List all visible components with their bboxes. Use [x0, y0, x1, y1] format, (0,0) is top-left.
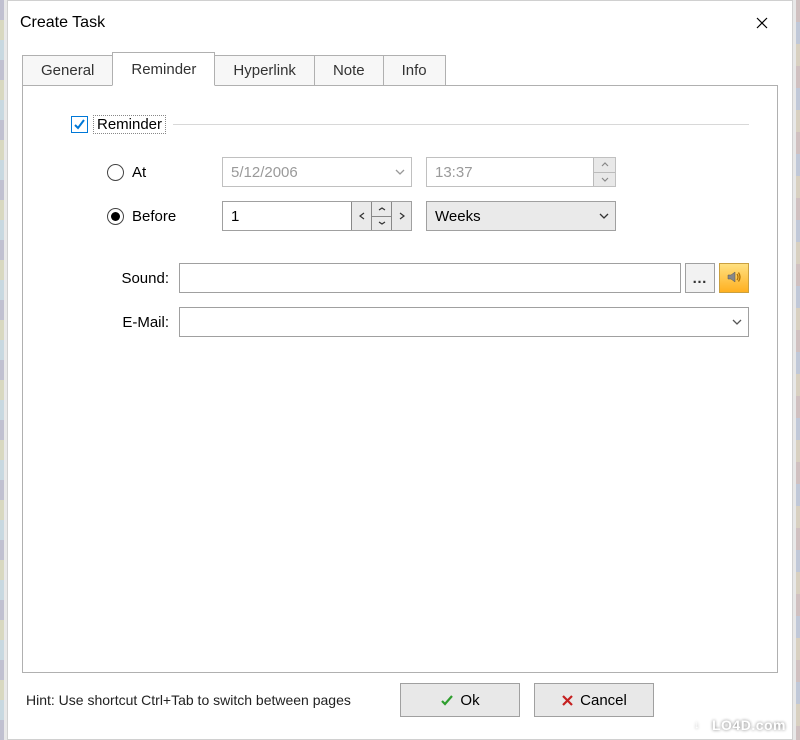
email-dropdown[interactable]: [179, 307, 749, 337]
radio-at[interactable]: [107, 164, 124, 181]
x-icon: [561, 694, 574, 707]
before-value-spinner[interactable]: 1: [222, 201, 412, 231]
close-icon: [756, 13, 768, 34]
reminder-checkbox-label: Reminder: [94, 116, 165, 133]
before-spin-up[interactable]: [371, 202, 391, 216]
tab-note[interactable]: Note: [314, 55, 384, 85]
cancel-button[interactable]: Cancel: [534, 683, 654, 717]
at-date-value: 5/12/2006: [223, 164, 389, 181]
close-button[interactable]: [742, 9, 782, 37]
before-spin-down[interactable]: [371, 216, 391, 231]
at-time-value: 13:37: [427, 164, 593, 181]
sound-label: Sound:: [107, 270, 179, 287]
tab-info[interactable]: Info: [383, 55, 446, 85]
radio-before[interactable]: [107, 208, 124, 225]
dialog-window: Create Task General Reminder Hyperlink N…: [7, 0, 793, 740]
at-date-dropdown[interactable]: 5/12/2006: [222, 157, 412, 187]
window-title: Create Task: [20, 14, 105, 32]
titlebar: Create Task: [8, 1, 792, 43]
hint-text: Hint: Use shortcut Ctrl+Tab to switch be…: [26, 691, 386, 709]
before-label: Before: [132, 208, 222, 225]
chevron-down-icon: [726, 319, 748, 325]
check-icon: [440, 693, 454, 707]
before-unit-value: Weeks: [427, 208, 593, 225]
before-value: 1: [223, 208, 351, 225]
sound-browse-button[interactable]: …: [685, 263, 715, 293]
email-label: E-Mail:: [107, 314, 179, 331]
before-unit-dropdown[interactable]: Weeks: [426, 201, 616, 231]
before-step-right[interactable]: [391, 202, 411, 230]
check-icon: [73, 118, 86, 131]
before-step-left[interactable]: [351, 202, 371, 230]
chevron-down-icon: [389, 169, 411, 175]
tabpage-reminder: Reminder At 5/12/2006 13:37: [22, 85, 778, 673]
reminder-checkbox[interactable]: [71, 116, 88, 133]
time-spin-down[interactable]: [594, 172, 615, 187]
chevron-down-icon: [593, 213, 615, 219]
speaker-icon: [726, 269, 742, 288]
dialog-footer: Hint: Use shortcut Ctrl+Tab to switch be…: [8, 673, 792, 739]
tab-general[interactable]: General: [22, 55, 113, 85]
at-label: At: [132, 164, 222, 181]
tab-reminder[interactable]: Reminder: [112, 52, 215, 86]
time-spin-up[interactable]: [594, 158, 615, 172]
sound-play-button[interactable]: [719, 263, 749, 293]
ok-button[interactable]: Ok: [400, 683, 520, 717]
tabstrip: General Reminder Hyperlink Note Info: [22, 51, 778, 85]
sound-input[interactable]: [179, 263, 681, 293]
at-time-spinner[interactable]: 13:37: [426, 157, 616, 187]
ellipsis-icon: …: [692, 270, 708, 287]
tab-hyperlink[interactable]: Hyperlink: [214, 55, 315, 85]
